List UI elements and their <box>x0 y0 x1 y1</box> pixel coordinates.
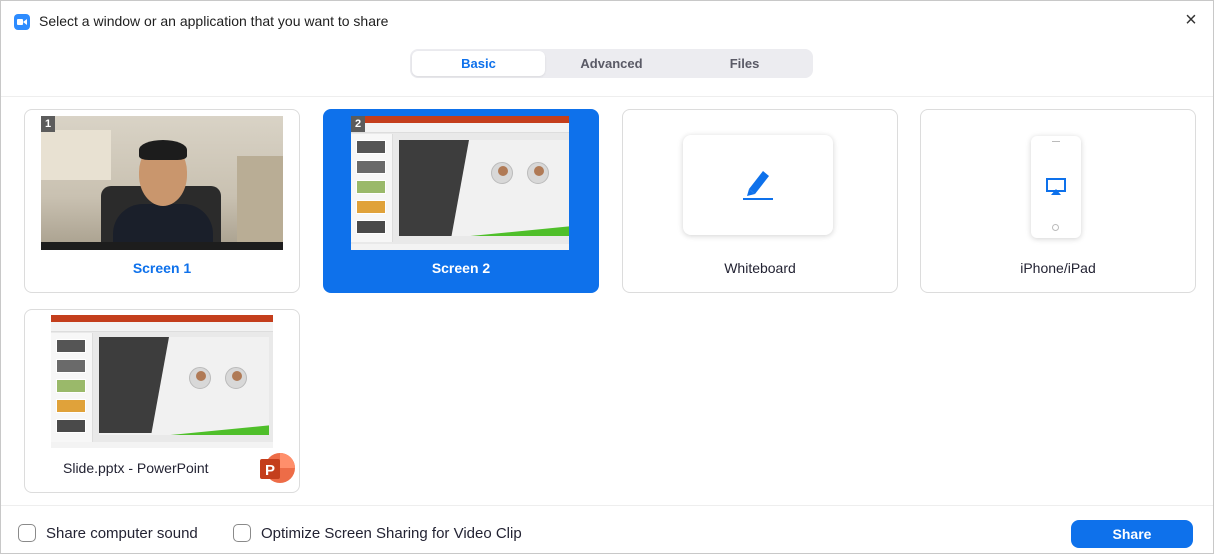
tab-basic[interactable]: Basic <box>412 51 545 76</box>
powerpoint-window-card[interactable]: Slide.pptx - PowerPoint P <box>24 309 300 493</box>
screen-number-badge: 1 <box>41 116 55 132</box>
screen-1-label: Screen 1 <box>132 260 192 276</box>
optimize-video-label: Optimize Screen Sharing for Video Clip <box>261 524 522 542</box>
airplay-icon <box>1046 178 1066 195</box>
screen-2-label: Screen 2 <box>431 260 491 276</box>
powerpoint-window-label: Slide.pptx - PowerPoint <box>63 460 209 476</box>
screen-2-card[interactable]: 2 Screen 2 <box>323 109 599 293</box>
share-screen-dialog: Select a window or an application that y… <box>0 0 1214 554</box>
title-bar: Select a window or an application that y… <box>1 1 1213 41</box>
powerpoint-icon: P <box>260 453 295 483</box>
screen-number-badge: 2 <box>351 116 365 132</box>
window-title: Select a window or an application that y… <box>39 13 389 29</box>
iphone-thumbnail <box>1031 136 1081 238</box>
pen-icon <box>743 171 773 200</box>
bottom-divider <box>1 505 1213 506</box>
zoom-app-icon <box>14 14 30 30</box>
screen-1-thumbnail: 1 <box>41 116 283 250</box>
screen-2-thumbnail: 2 <box>351 116 569 250</box>
optimize-video-checkbox[interactable] <box>233 524 251 542</box>
share-computer-sound-label: Share computer sound <box>46 524 198 542</box>
share-button[interactable]: Share <box>1071 520 1193 548</box>
close-button[interactable]: × <box>1179 9 1203 33</box>
powerpoint-thumbnail <box>51 315 273 448</box>
whiteboard-thumbnail <box>683 135 833 235</box>
share-computer-sound-option[interactable]: Share computer sound <box>18 524 198 542</box>
top-divider <box>1 96 1213 97</box>
optimize-video-option[interactable]: Optimize Screen Sharing for Video Clip <box>233 524 522 542</box>
tab-advanced[interactable]: Advanced <box>545 51 678 76</box>
screen-1-card[interactable]: 1 Screen 1 <box>24 109 300 293</box>
iphone-ipad-label: iPhone/iPad <box>1020 260 1096 276</box>
svg-text:P: P <box>265 462 275 479</box>
whiteboard-label: Whiteboard <box>724 260 796 276</box>
share-tabs: Basic Advanced Files <box>410 49 813 78</box>
whiteboard-card[interactable]: Whiteboard <box>622 109 898 293</box>
tab-files[interactable]: Files <box>678 51 811 76</box>
share-computer-sound-checkbox[interactable] <box>18 524 36 542</box>
iphone-ipad-card[interactable]: iPhone/iPad <box>920 109 1196 293</box>
